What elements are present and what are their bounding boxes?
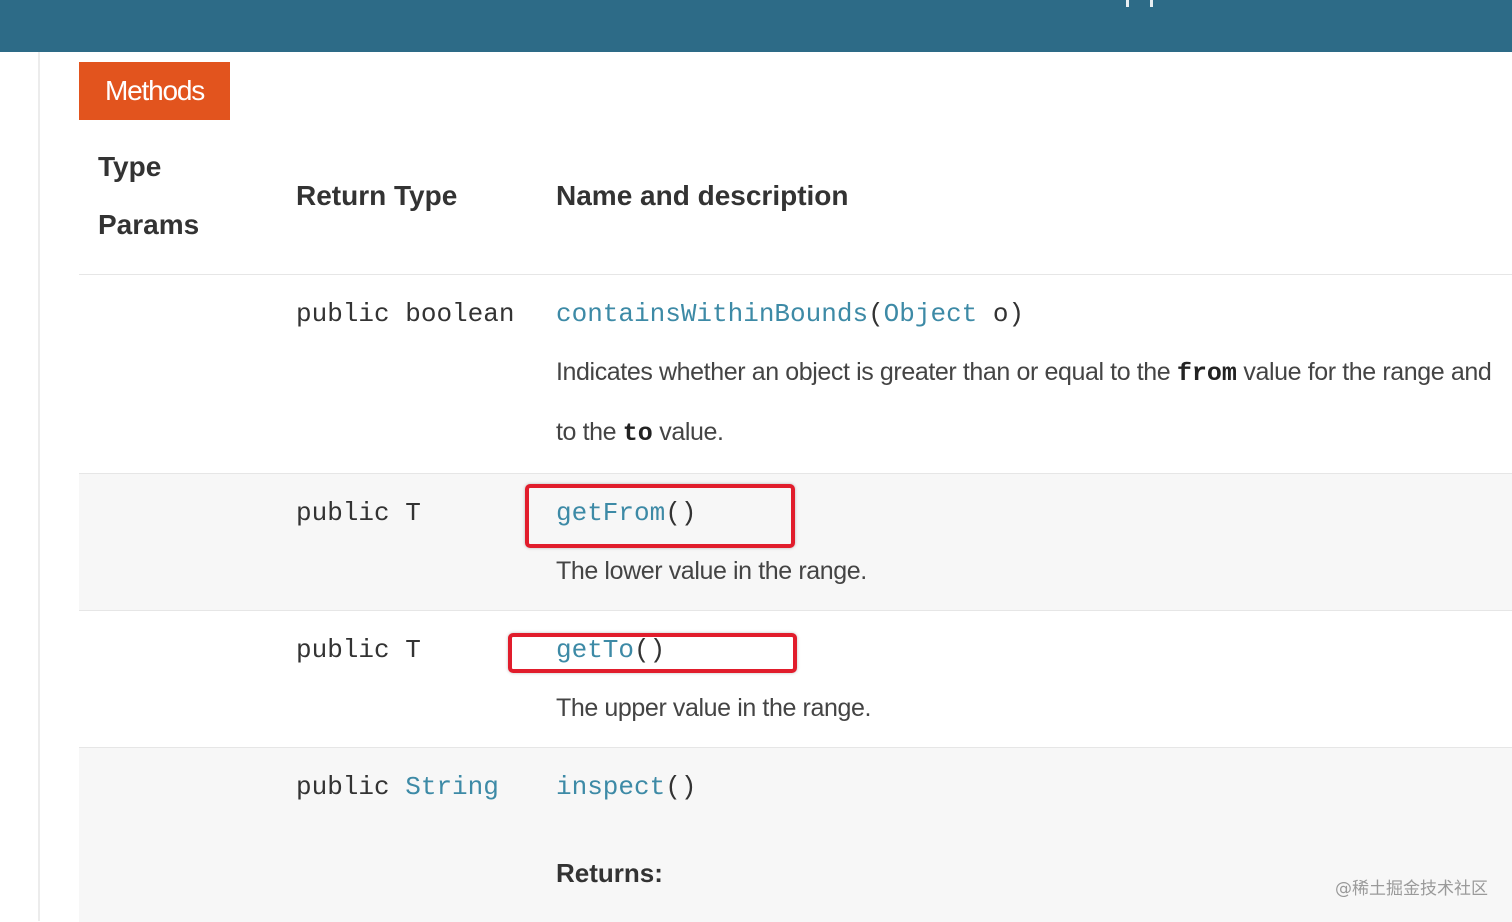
return-type-text: T xyxy=(405,498,421,528)
description-text: to the xyxy=(556,418,623,446)
return-type-cell: public T xyxy=(296,635,421,665)
modifier-text: public xyxy=(296,772,390,802)
description-text: value. xyxy=(652,418,724,446)
param-name: o xyxy=(992,299,1009,329)
description-text: Indicates whether an object is greater t… xyxy=(556,358,1177,386)
code-from: from xyxy=(1176,359,1237,388)
column-header-name-description: Name and description xyxy=(556,180,849,211)
table-row xyxy=(79,747,1512,922)
method-link-containsWithinBounds[interactable]: containsWithinBounds xyxy=(556,299,868,329)
return-type-text: boolean xyxy=(405,299,515,329)
description-text: value for the range and xyxy=(1236,358,1492,386)
top-header-bar xyxy=(0,0,1512,52)
modifier-text: public xyxy=(296,299,390,329)
return-type-cell: public boolean xyxy=(296,299,514,329)
returns-label: Returns: xyxy=(556,858,663,888)
method-description: The lower value in the range. xyxy=(556,557,867,585)
method-link-inspect[interactable]: inspect xyxy=(556,772,665,802)
param-type-link[interactable]: Object xyxy=(884,299,978,329)
method-description-line2: to the to value. xyxy=(556,418,724,448)
modifier-text: public xyxy=(296,635,390,665)
method-signature: containsWithinBounds(Object o) xyxy=(556,299,1025,329)
return-type-cell: public T xyxy=(296,498,421,528)
left-content-border xyxy=(38,52,40,921)
highlight-box-getTo xyxy=(508,633,797,673)
column-header-type: Type xyxy=(98,151,162,182)
column-header-params: Params xyxy=(98,209,200,240)
table-row xyxy=(79,473,1512,611)
method-description-line1: Indicates whether an object is greater t… xyxy=(556,358,1492,388)
header-partial-glyph xyxy=(1122,0,1156,8)
method-description: The upper value in the range. xyxy=(556,694,872,722)
table-row xyxy=(79,610,1512,748)
parens: () xyxy=(665,772,697,802)
highlight-box-getFrom xyxy=(525,484,795,548)
modifier-text: public xyxy=(296,498,390,528)
watermark-text: @稀土掘金技术社区 xyxy=(1335,879,1488,899)
code-to: to xyxy=(622,419,653,448)
methods-section-badge: Methods xyxy=(79,62,230,120)
method-signature: inspect() xyxy=(556,772,696,802)
return-type-link-String[interactable]: String xyxy=(405,772,499,802)
return-type-text: T xyxy=(405,635,421,665)
column-header-return-type: Return Type xyxy=(296,180,458,211)
return-type-cell: public String xyxy=(296,772,499,802)
